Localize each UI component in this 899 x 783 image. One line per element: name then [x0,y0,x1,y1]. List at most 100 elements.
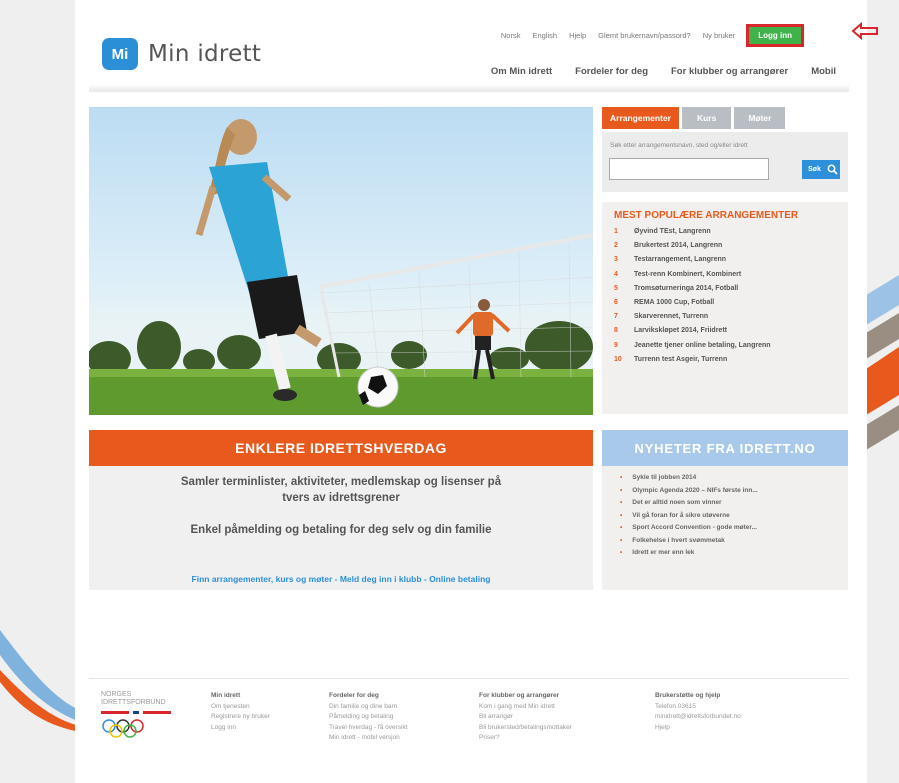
footer-link[interactable]: Kom i gang med Min idrett [479,702,572,713]
news-item[interactable]: • Olympic Agenda 2020 – NIFs første inn..… [620,487,758,500]
bullet-icon: • [620,524,623,531]
footer-link[interactable]: Logg inn [211,723,270,734]
nif-logo[interactable]: NORGES IDRETTSFORBUND [101,691,171,741]
list-item[interactable]: 6 REMA 1000 Cup, Fotball [614,299,771,313]
arrow-left-icon [851,22,878,40]
list-item[interactable]: 7 Skarverennet, Turrenn [614,313,771,327]
news-item[interactable]: • Sport Accord Convention - gode møter... [620,524,758,537]
list-item[interactable]: 8 Larvikskløpet 2014, Friidrett [614,327,771,341]
item-label: Øyvind TEst, Langrenn [634,228,711,235]
list-item[interactable]: 10 Turrenn test Asgeir, Turrenn [614,356,771,370]
item-number: 1 [614,228,618,235]
news-list: • Sykle til jobben 2014 • Olympic Agenda 2… [620,474,758,562]
footer: NORGES IDRETTSFORBUND Min idrett Om tjen… [89,678,849,768]
news-item-label: Folkehelse i hvert svømmetak [632,536,725,544]
news-item[interactable]: • Det er alltid noen som vinner [620,499,758,512]
news-item[interactable]: • Idrett er mer enn lek [620,549,758,562]
item-number: 4 [614,270,618,278]
list-item[interactable]: 2 Brukertest 2014, Langrenn [614,242,771,256]
item-label: Skarverennet, Turrenn [634,313,709,321]
help-link[interactable]: Hjelp [569,31,586,40]
decorative-ribbon-left [0,630,80,732]
footer-link[interactable]: Travel hverdag - få oversikt [329,723,408,734]
footer-link[interactable]: minidrett@idrettsforbundet.no [655,712,741,723]
nav-divider [89,84,849,92]
item-label: Testarrangement, Langrenn [634,256,727,264]
promo-links[interactable]: Finn arrangementer, kurs og møter - Meld… [89,574,593,584]
footer-link[interactable]: Hjelp [655,723,741,734]
news-item-label: Olympic Agenda 2020 – NIFs første inn... [632,486,758,494]
promo-panel: Samler terminlister, aktiviteter, medlem… [89,466,593,590]
nav-about[interactable]: Om Min idrett [491,66,552,77]
list-item[interactable]: 9 Jeanette tjener online betaling, Langre… [614,342,771,356]
footer-link[interactable]: Bli brukersted/betalingsmottaker [479,723,572,734]
item-number: 9 [614,341,618,349]
decorative-ribbon-right [866,275,899,450]
popular-events-title: MEST POPULÆRE ARRANGEMENTER [614,210,799,221]
hero-image [89,107,593,415]
tab-kurs[interactable]: Kurs [681,107,732,129]
item-label: Test-renn Kombinert, Kombinert [634,270,742,278]
forgot-password-link[interactable]: Glemt brukernavn/passord? [598,31,691,40]
footer-link[interactable]: Min idrett - mobil versjon [329,733,408,744]
news-item-label: Sport Accord Convention - gode møter... [632,524,757,531]
nav-clubs[interactable]: For klubber og arrangører [671,66,788,77]
list-item[interactable]: 1 Øyvind TEst, Langrenn [614,228,771,242]
list-item[interactable]: 3 Testarrangement, Langrenn [614,256,771,270]
news-item[interactable]: • Sykle til jobben 2014 [620,474,758,487]
item-number: 5 [614,284,618,292]
news-item[interactable]: • Folkehelse i hvert svømmetak [620,537,758,550]
top-links: Norsk English Hjelp Glemt brukernavn/pas… [501,24,804,47]
search-button-label: Søk [808,166,821,173]
news-panel: • Sykle til jobben 2014 • Olympic Agenda 2… [602,466,848,590]
search-panel: Søk etter arrangementsnavn, sted og/elle… [602,132,848,192]
item-label: Turrenn test Asgeir, Turrenn [634,355,728,363]
nav-benefits[interactable]: Fordeler for deg [575,66,648,77]
footer-link[interactable]: Om tjenesten [211,702,270,713]
promo-text-1: Samler terminlister, aktiviteter, medlem… [180,476,502,504]
news-item-label: Sykle til jobben 2014 [632,474,697,481]
main-nav: Om Min idrett Fordeler for deg For klubb… [491,66,836,77]
promo-text-2: Enkel påmelding og betaling for deg selv… [190,524,492,536]
list-item[interactable]: 5 Tromsøturneringa 2014, Fotball [614,285,771,299]
footer-link[interactable]: Bli arrangør [479,712,572,723]
footer-link[interactable]: Din familie og dine barn [329,702,408,713]
item-label: Jeanette tjener online betaling, Langren… [634,341,771,349]
item-label: Larvikskløpet 2014, Friidrett [634,327,727,335]
footer-link[interactable]: Registrere ny bruker [211,712,270,723]
tab-moter[interactable]: Møter [734,107,786,129]
item-label: REMA 1000 Cup, Fotball [634,298,715,306]
footer-heading: For klubber og arrangører [479,692,560,699]
tab-arrangementer[interactable]: Arrangementer [602,107,679,129]
site-logo[interactable]: Mi Min idrett [102,38,261,70]
item-label: Brukertest 2014, Langrenn [634,242,723,250]
item-number: 2 [614,242,618,250]
search-button[interactable]: Søk [802,160,840,179]
item-number: 6 [614,298,618,306]
popular-events-list: 1 Øyvind TEst, Langrenn 2 Brukertest 2014,… [614,228,771,370]
item-number: 7 [614,313,618,321]
promo-banner: ENKLERE IDRETTSHVERDAG [89,430,593,466]
footer-heading: Min idrett [211,692,241,699]
footer-heading: Brukerstøtte og hjelp [655,692,721,699]
list-item[interactable]: 4 Test-renn Kombinert, Kombinert [614,271,771,285]
nav-mobile[interactable]: Mobil [811,66,836,77]
org-name-line1: NORGES [101,691,132,698]
lang-english-link[interactable]: English [532,31,557,40]
news-item-label: Idrett er mer enn lek [632,549,695,556]
lang-norsk-link[interactable]: Norsk [501,31,521,40]
bullet-icon: • [620,486,623,494]
login-button[interactable]: Logg inn [746,24,804,47]
footer-link[interactable]: Påmelding og betaling [329,712,408,723]
footer-heading: Fordeler for deg [329,692,379,699]
new-user-link[interactable]: Ny bruker [703,31,736,40]
news-item-label: Vil gå foran for å sikre utøverne [632,511,730,519]
search-hint: Søk etter arrangementsnavn, sted og/elle… [610,142,748,149]
logo-text: Min idrett [148,41,262,67]
news-title: NYHETER FRA IDRETT.NO [602,430,848,466]
search-input[interactable] [609,158,769,180]
footer-link[interactable]: Priser? [479,733,572,744]
news-item[interactable]: • Vil gå foran for å sikre utøverne [620,512,758,525]
footer-col-benefits: Fordeler for deg Din familie og dine bar… [329,691,408,744]
footer-link[interactable]: Telefon 03615 [655,702,741,713]
